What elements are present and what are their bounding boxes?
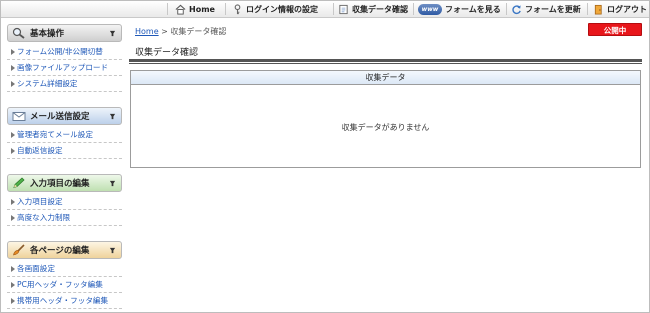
nav-view-form-label: フォームを見る: [445, 4, 501, 14]
mail-icon: [12, 112, 26, 121]
nav-refresh-form-label: フォームを更新: [525, 4, 581, 14]
www-icon: www: [418, 3, 442, 15]
sidebar-item-field-settings[interactable]: 入力項目設定: [7, 194, 122, 210]
sidebar-section-basic: 基本操作 フォーム公開/非公開切替 画像ファイルアップロード システム詳細設定: [7, 24, 122, 92]
nav-divider: [506, 3, 507, 15]
breadcrumb-current: 収集データ確認: [170, 27, 227, 36]
home-icon: [175, 4, 186, 15]
nav-logout[interactable]: ログアウト: [593, 1, 647, 17]
brush-icon: [13, 244, 25, 256]
breadcrumb-home-link[interactable]: Home: [135, 27, 159, 36]
sidebar-item-system-settings[interactable]: システム詳細設定: [7, 76, 122, 92]
pin-icon[interactable]: [109, 180, 116, 187]
nav-login-settings-label: ログイン情報の設定: [246, 4, 318, 14]
breadcrumb: Home > 収集データ確認: [135, 26, 226, 37]
sidebar-list: フォーム公開/非公開切替 画像ファイルアップロード システム詳細設定: [7, 44, 122, 92]
nav-collected-data[interactable]: 収集データ確認: [338, 1, 408, 17]
title-divider: [129, 59, 642, 62]
nav-divider: [587, 3, 588, 15]
logout-icon: [594, 4, 602, 14]
refresh-icon: [512, 4, 521, 14]
sidebar-section-mail: メール送信設定 管理者宛てメール設定 自動返信設定: [7, 107, 122, 159]
sidebar-item-mobile-header-footer[interactable]: 携帯用ヘッダ・フッタ編集: [7, 293, 122, 309]
sidebar-section-header: 各ページの編集: [7, 241, 122, 259]
sidebar-section-title: 入力項目の編集: [30, 179, 90, 189]
sidebar-section-title: 各ページの編集: [30, 246, 90, 256]
sidebar-section-header: 基本操作: [7, 24, 122, 42]
nav-collected-data-label: 収集データ確認: [352, 4, 408, 14]
nav-home[interactable]: Home: [175, 1, 215, 17]
document-icon: [339, 4, 348, 14]
nav-divider: [225, 3, 226, 15]
nav-divider: [333, 3, 334, 15]
sidebar-item-screen-settings[interactable]: 各画面設定: [7, 261, 122, 277]
sidebar-item-pc-header-footer[interactable]: PC用ヘッダ・フッタ編集: [7, 277, 122, 293]
key-icon: [234, 3, 241, 14]
empty-message: 収集データがありません: [341, 123, 430, 132]
nav-home-label: Home: [189, 4, 215, 14]
sidebar-list: 入力項目設定 高度な入力制限: [7, 194, 122, 226]
sidebar-item-admin-mail[interactable]: 管理者宛てメール設定: [7, 127, 122, 143]
nav-login-settings[interactable]: ログイン情報の設定: [232, 1, 318, 17]
nav-divider: [413, 3, 414, 15]
title-divider: [129, 63, 642, 64]
panel-header: 収集データ: [131, 71, 640, 85]
magnifier-icon: [12, 27, 25, 39]
sidebar-item-auto-reply[interactable]: 自動返信設定: [7, 143, 122, 159]
top-nav: Home ログイン情報の設定 収集データ確認 www フォームを見る フォームを…: [1, 1, 649, 18]
nav-divider: [167, 3, 168, 15]
sidebar-list: 管理者宛てメール設定 自動返信設定: [7, 127, 122, 159]
sidebar-item-advanced-validation[interactable]: 高度な入力制限: [7, 210, 122, 226]
nav-refresh-form[interactable]: フォームを更新: [511, 1, 581, 17]
page-title: 収集データ確認: [135, 48, 199, 58]
sidebar-section-title: メール送信設定: [30, 112, 90, 122]
sidebar-section-header: メール送信設定: [7, 107, 122, 125]
sidebar-section-header: 入力項目の編集: [7, 174, 122, 192]
sidebar-section-fields: 入力項目の編集 入力項目設定 高度な入力制限: [7, 174, 122, 226]
sidebar-item-form-visibility[interactable]: フォーム公開/非公開切替: [7, 44, 122, 60]
sidebar-item-image-upload[interactable]: 画像ファイルアップロード: [7, 60, 122, 76]
pin-icon[interactable]: [109, 247, 116, 254]
pin-icon[interactable]: [109, 30, 116, 37]
app-frame: Home ログイン情報の設定 収集データ確認 www フォームを見る フォームを…: [0, 0, 650, 313]
nav-logout-label: ログアウト: [607, 4, 647, 14]
collected-data-panel: 収集データ 収集データがありません: [130, 70, 641, 168]
sidebar-section-title: 基本操作: [30, 29, 65, 39]
breadcrumb-separator: >: [158, 27, 171, 36]
pencil-icon: [13, 177, 25, 189]
nav-view-form[interactable]: www フォームを見る: [418, 1, 501, 17]
sidebar-list: 各画面設定 PC用ヘッダ・フッタ編集 携帯用ヘッダ・フッタ編集: [7, 261, 122, 309]
status-badge: 公開中: [588, 23, 642, 36]
sidebar-section-pages: 各ページの編集 各画面設定 PC用ヘッダ・フッタ編集 携帯用ヘッダ・フッタ編集: [7, 241, 122, 309]
pin-icon[interactable]: [109, 113, 116, 120]
